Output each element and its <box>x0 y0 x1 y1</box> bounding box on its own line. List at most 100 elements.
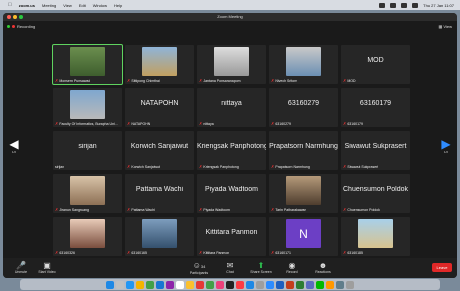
photos-icon[interactable] <box>216 280 224 289</box>
participant-tile[interactable]: ✗ Jantana Ponsaranapom <box>197 45 266 84</box>
calendar-icon[interactable] <box>176 280 184 289</box>
participant-tile[interactable]: ✗ Jiranun Sangruang <box>53 174 122 213</box>
participant-tile[interactable]: ✗ Nivech Sritorn <box>269 45 338 84</box>
start-video-button[interactable]: ▣ Start Video <box>31 261 63 274</box>
participants-button[interactable]: ☺34 Participants <box>183 261 215 275</box>
menu-window[interactable]: Window <box>93 3 107 8</box>
participant-name-label: ✗ Nivech Sritorn <box>271 78 297 83</box>
excel-icon[interactable] <box>296 280 304 289</box>
menu-app-name[interactable]: zoom.us <box>19 3 35 8</box>
participant-display-name: Chuensumon Poldok <box>343 186 408 193</box>
participant-name: Kriengsak Panphotong <box>203 164 239 169</box>
participant-tile[interactable]: ✗ 63160165 <box>125 217 194 256</box>
podcasts-icon[interactable] <box>166 280 174 289</box>
finder-icon[interactable] <box>106 280 114 289</box>
launchpad-icon[interactable] <box>116 280 124 289</box>
participant-tile[interactable]: ✗ 63160326 <box>53 217 122 256</box>
participant-tile[interactable]: 63160179 ✗ 63160179 <box>341 88 410 127</box>
status-icon-search[interactable] <box>412 2 419 8</box>
folder-icon[interactable] <box>336 280 344 289</box>
participant-tile[interactable]: 63160279 ✗ 63160279 <box>269 88 338 127</box>
preview-icon[interactable] <box>326 280 334 289</box>
participant-tile[interactable]: Siwawut Sukprasert ✗ Siwawut Sukprasert <box>341 131 410 170</box>
status-icon-battery[interactable] <box>390 2 397 8</box>
trash-icon[interactable] <box>346 280 354 289</box>
app-store-icon[interactable] <box>246 280 254 289</box>
participant-name-label: ✗ 63160171 <box>271 250 291 255</box>
participant-name-label: ✗ 63160326 <box>55 250 75 255</box>
safari-icon[interactable] <box>126 280 134 289</box>
avatar-letter: N <box>299 226 308 241</box>
share-screen-button[interactable]: ⬆ Share Screen <box>245 261 277 274</box>
tv-icon[interactable] <box>226 280 234 289</box>
participant-name-label: ✗ Jiranun Sangruang <box>55 207 89 212</box>
messages-icon[interactable] <box>146 280 154 289</box>
participant-tile[interactable]: Chuensumon Poldok ✗ Chuensumon Poldok <box>341 174 410 213</box>
maps-icon[interactable] <box>206 280 214 289</box>
reminders-icon[interactable] <box>196 280 204 289</box>
microphone-muted-icon: ✗ <box>55 121 59 126</box>
participant-video <box>70 90 105 119</box>
participant-name-label: ✗ nittaya <box>199 121 214 126</box>
participant-name: Prapatsorn Narmhung <box>275 164 310 169</box>
powerpoint-icon[interactable] <box>286 280 294 289</box>
participant-tile[interactable]: Pattama Wachi ✗ Pattama Wachi <box>125 174 194 213</box>
participant-tile[interactable]: Kittitara Panmon ✗ Kittitara Panmon <box>197 217 266 256</box>
notes-icon[interactable] <box>186 280 194 289</box>
participant-tile[interactable]: ✗ Tarin Patharakawan <box>269 174 338 213</box>
microphone-muted-icon: ✗ <box>55 250 59 255</box>
participant-tile[interactable]: Korwich Sanjaiwut ✗ Korwich Sanjaiwut <box>125 131 194 170</box>
prev-page-button[interactable]: ◀ 1/2 <box>9 138 19 154</box>
record-button[interactable]: ◉ Record <box>276 261 308 274</box>
menu-view[interactable]: View <box>63 3 72 8</box>
music-icon[interactable] <box>236 280 244 289</box>
share-screen-label: Share Screen <box>250 270 272 274</box>
recording-label: Recording <box>17 24 36 29</box>
line-icon[interactable] <box>316 280 324 289</box>
share-screen-icon: ⬆ <box>257 261 265 270</box>
participant-tile[interactable]: nittaya ✗ nittaya <box>197 88 266 127</box>
participant-display-name: Kittitara Panmon <box>205 229 258 236</box>
participant-video <box>358 219 393 248</box>
apple-icon[interactable]:  <box>8 2 12 8</box>
menu-help[interactable]: Help <box>114 3 122 8</box>
next-page-button[interactable]: ▶ 1/2 <box>441 138 451 154</box>
participant-tile[interactable]: ✗ Sittipong Chimthai <box>125 45 194 84</box>
status-icon-zoom[interactable] <box>379 2 386 8</box>
participant-tile[interactable]: ✗ Monsern Punsawad <box>52 44 123 85</box>
participant-tile[interactable]: Piyada Wadtoom ✗ Piyada Wadtoom <box>197 174 266 213</box>
menu-meeting[interactable]: Meeting <box>42 3 56 8</box>
participants-count: 34 <box>200 264 206 269</box>
participant-name: Jiranun Sangruang <box>59 207 89 212</box>
view-button[interactable]: ▦ View <box>438 24 452 29</box>
system-preferences-icon[interactable] <box>256 280 264 289</box>
microphone-muted-icon: ✗ <box>199 121 203 126</box>
microphone-muted-icon: ✗ <box>199 207 203 212</box>
recording-indicator[interactable]: Recording <box>7 24 35 29</box>
participant-tile[interactable]: sirijan sirijan <box>53 131 122 170</box>
menu-edit[interactable]: Edit <box>79 3 86 8</box>
participant-tile[interactable]: ✗ Faculty Of Informatics, Burapha Uni... <box>53 88 122 127</box>
participant-display-name: Siwawut Sukprasert <box>344 143 407 150</box>
chat-button[interactable]: ✉ Chat <box>214 261 246 274</box>
leave-button[interactable]: Leave <box>432 263 452 272</box>
participants-label: Participants <box>189 271 209 275</box>
participant-tile[interactable]: N ✗ 63160171 <box>269 217 338 256</box>
participant-name-label: ✗ 63160179 <box>343 121 363 126</box>
teams-icon[interactable] <box>306 280 314 289</box>
word-icon[interactable] <box>276 280 284 289</box>
participant-name: Siwawut Sukprasert <box>347 164 379 169</box>
menubar-clock[interactable]: Thu 27 Jan 11:07 <box>423 3 454 8</box>
participant-tile[interactable]: ✗ 63160185 <box>341 217 410 256</box>
mail-icon[interactable] <box>156 280 164 289</box>
reactions-button[interactable]: ☻ Reactions <box>307 261 339 274</box>
participant-tile[interactable]: MOD ✗ MOD <box>341 45 410 84</box>
participant-tile[interactable]: Prapatsorn Narmhung ✗ Prapatsorn Narmhung <box>269 131 338 170</box>
avatar: N <box>286 219 321 248</box>
participant-tile[interactable]: Kriengsak Panphotong ✗ Kriengsak Panphoton… <box>197 131 266 170</box>
chrome-icon[interactable] <box>136 280 144 289</box>
zoom-icon[interactable] <box>266 280 274 289</box>
status-icon-wifi[interactable] <box>401 2 408 8</box>
participant-tile[interactable]: NATAPOHN ✗ NATAPOHN <box>125 88 194 127</box>
microphone-muted-icon: ✗ <box>127 207 131 212</box>
